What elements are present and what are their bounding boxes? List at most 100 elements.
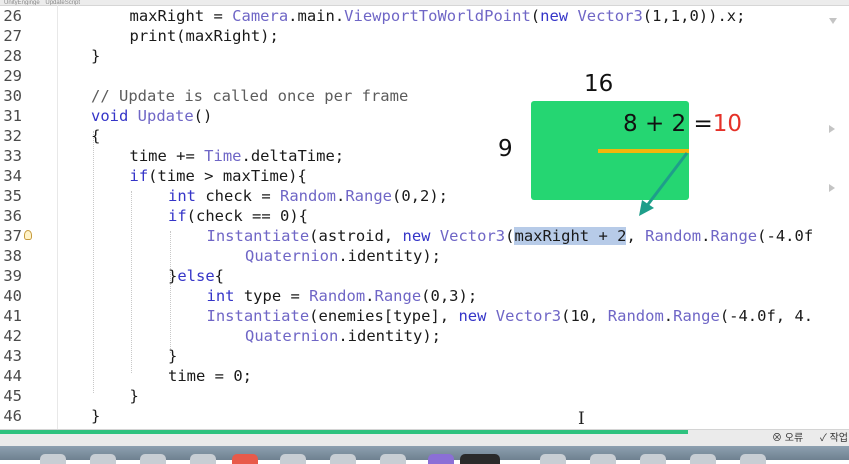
dock-app-icon[interactable] bbox=[280, 454, 306, 464]
code-token: Quaternion bbox=[245, 327, 339, 345]
code-token: // Update is called once per frame bbox=[91, 87, 409, 105]
equation-result: 10 bbox=[712, 111, 743, 137]
code-token: .deltaTime; bbox=[241, 147, 345, 165]
error-indicator[interactable]: ⊗ 오류 bbox=[772, 433, 803, 445]
line-number: 39 bbox=[3, 267, 22, 285]
line-number: 38 bbox=[3, 247, 22, 265]
code-line[interactable]: 38 Quaternion.identity); bbox=[0, 246, 849, 266]
line-number: 37 bbox=[3, 227, 22, 245]
code-token: } bbox=[91, 407, 101, 425]
code-token: Range bbox=[710, 227, 758, 245]
code-token: (enemies[type], bbox=[309, 307, 459, 325]
dock-app-icon[interactable] bbox=[330, 454, 356, 464]
code-line[interactable]: 46} bbox=[0, 406, 849, 426]
code-line[interactable]: 28} bbox=[0, 46, 849, 66]
code-text: print(maxRight); bbox=[130, 26, 279, 46]
code-text: } bbox=[130, 386, 139, 406]
code-line[interactable]: 41 Instantiate(enemies[type], new Vector3… bbox=[0, 306, 849, 326]
code-token: int bbox=[206, 287, 244, 305]
code-line[interactable]: 45} bbox=[0, 386, 849, 406]
line-number: 26 bbox=[3, 7, 22, 25]
code-text: Instantiate(enemies[type], new Vector3(1… bbox=[207, 306, 814, 326]
code-line[interactable]: 30 // Update is called once per frame bbox=[0, 86, 849, 106]
dock-app-icon[interactable] bbox=[690, 454, 716, 464]
code-token: Camera bbox=[232, 7, 289, 25]
fold-arrow-icon[interactable] bbox=[829, 125, 835, 133]
code-line[interactable]: 43} bbox=[0, 346, 849, 366]
code-token: new bbox=[402, 227, 440, 245]
code-token: ( bbox=[530, 7, 541, 25]
dock-app-icon[interactable] bbox=[140, 454, 166, 464]
code-token: ViewportToWorldPoint bbox=[344, 7, 531, 25]
dock-app-icon[interactable] bbox=[460, 454, 500, 464]
code-line[interactable]: 27 print(maxRight); bbox=[0, 26, 849, 46]
code-token: .identity); bbox=[338, 247, 441, 265]
width-label: 16 bbox=[584, 71, 614, 97]
dock-app-icon[interactable] bbox=[590, 454, 616, 464]
dock-app-icon[interactable] bbox=[540, 454, 566, 464]
code-line[interactable]: 39}else{ bbox=[0, 266, 849, 286]
code-editor[interactable]: 26 maxRight = Camera.main.ViewportToWorld… bbox=[0, 5, 849, 430]
code-text: Instantiate(astroid, new Vector3(maxRigh… bbox=[206, 226, 813, 246]
code-token: .identity); bbox=[338, 327, 441, 345]
line-number: 44 bbox=[3, 367, 22, 385]
code-text: maxRight = Camera.main.ViewportToWorldPo… bbox=[130, 6, 746, 26]
fold-arrow-icon[interactable] bbox=[829, 184, 835, 192]
code-token: Range bbox=[345, 187, 392, 205]
line-number: 30 bbox=[3, 87, 22, 105]
code-token: Vector3 bbox=[439, 227, 506, 245]
code-token: time = 0; bbox=[168, 367, 252, 385]
code-token: Range bbox=[374, 287, 422, 305]
fold-arrow-icon[interactable] bbox=[829, 18, 837, 24]
code-line[interactable]: 37 Instantiate(astroid, new Vector3(maxRi… bbox=[0, 226, 849, 246]
code-token: (time > maxTime){ bbox=[148, 167, 307, 185]
line-number: 32 bbox=[3, 127, 22, 145]
code-token: .main. bbox=[288, 7, 345, 25]
code-token: void bbox=[91, 107, 138, 125]
dock-app-icon[interactable] bbox=[232, 454, 258, 464]
lightbulb-icon[interactable] bbox=[24, 230, 32, 240]
code-text: int check = Random.Range(0,2); bbox=[168, 186, 448, 206]
code-line[interactable]: 26 maxRight = Camera.main.ViewportToWorld… bbox=[0, 6, 849, 26]
code-token: Instantiate bbox=[206, 227, 310, 245]
code-text: time = 0; bbox=[168, 366, 252, 386]
code-token: } bbox=[129, 387, 139, 405]
code-token: Vector3 bbox=[495, 307, 562, 325]
line-number: 29 bbox=[3, 67, 22, 85]
dock-app-icon[interactable] bbox=[428, 454, 454, 464]
code-line[interactable]: 42 Quaternion.identity); bbox=[0, 326, 849, 346]
code-token: Range bbox=[673, 307, 720, 325]
code-line[interactable]: 44 time = 0; bbox=[0, 366, 849, 386]
code-line[interactable]: 29 bbox=[0, 66, 849, 86]
code-line[interactable]: 40 int type = Random.Range(0,3); bbox=[0, 286, 849, 306]
line-number: 27 bbox=[3, 27, 22, 45]
code-token: Random bbox=[309, 287, 366, 305]
task-indicator[interactable]: ✓ 작업 bbox=[820, 433, 848, 445]
dock-app-icon[interactable] bbox=[640, 454, 666, 464]
task-label: 작업 bbox=[829, 433, 849, 444]
dock-app-icon[interactable] bbox=[380, 454, 406, 464]
code-token: Update bbox=[137, 107, 194, 125]
code-line[interactable]: 36 if(check == 0){ bbox=[0, 206, 849, 226]
code-line[interactable]: 33 time += Time.deltaTime; bbox=[0, 146, 849, 166]
status-bar: ⊗ 오류 ✓ 작업 bbox=[0, 429, 849, 446]
code-token: . bbox=[663, 307, 674, 325]
equation: 8 + 2 =10 bbox=[623, 111, 742, 137]
dock-app-icon[interactable] bbox=[90, 454, 116, 464]
code-token: , bbox=[626, 227, 646, 245]
dock-app-icon[interactable] bbox=[40, 454, 66, 464]
code-text: int type = Random.Range(0,3); bbox=[207, 286, 478, 306]
code-token: else bbox=[177, 267, 215, 285]
code-token: () bbox=[193, 107, 213, 125]
line-number: 31 bbox=[3, 107, 22, 125]
code-text: Quaternion.identity); bbox=[245, 326, 441, 346]
code-line[interactable]: 35 int check = Random.Range(0,2); bbox=[0, 186, 849, 206]
dock-app-icon[interactable] bbox=[190, 454, 216, 464]
code-token: } bbox=[168, 347, 178, 365]
code-line[interactable]: 34 if(time > maxTime){ bbox=[0, 166, 849, 186]
code-text: time += Time.deltaTime; bbox=[130, 146, 345, 166]
code-token: { bbox=[214, 267, 225, 285]
code-text: } bbox=[91, 46, 100, 66]
line-number: 28 bbox=[3, 47, 22, 65]
dock-app-icon[interactable] bbox=[740, 454, 766, 464]
